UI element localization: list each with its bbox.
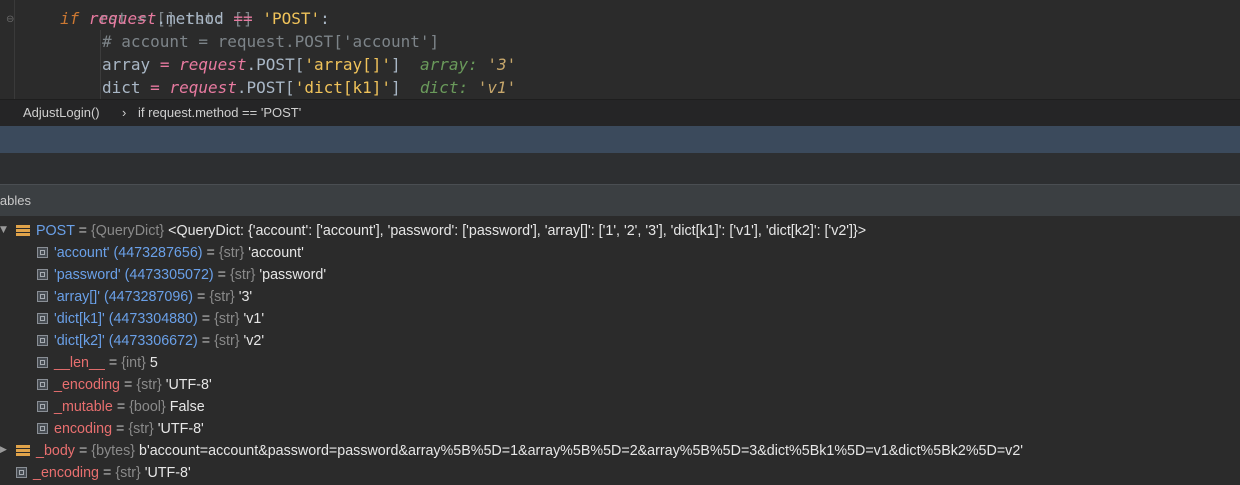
tree-row-post[interactable]: POST = {QueryDict} <QueryDict: {'account… <box>16 220 866 242</box>
code-line-comment: # account = request.POST['account'] <box>102 32 440 51</box>
field-icon <box>37 357 48 368</box>
triangle-right-icon[interactable]: ▶ <box>0 445 7 455</box>
indent-guide <box>100 30 101 99</box>
code-line-dict: dict = request.POST['dict[k1]'] dict: 'v… <box>102 78 517 97</box>
stack-icon <box>16 225 30 236</box>
tree-row[interactable]: 'account' (4473287656) = {str} 'account' <box>37 242 304 264</box>
variables-panel-title: iables <box>0 193 31 208</box>
triangle-down-icon[interactable]: ▼ <box>0 225 7 235</box>
code-editor[interactable]: ⊖ rst = [] rst: [] if request.method == … <box>0 0 1240 99</box>
tree-row[interactable]: 'password' (4473305072) = {str} 'passwor… <box>37 264 326 286</box>
field-icon <box>37 269 48 280</box>
field-icon <box>37 291 48 302</box>
field-icon <box>37 335 48 346</box>
panel-divider <box>0 153 1240 184</box>
tree-row[interactable]: encoding = {str} 'UTF-8' <box>37 418 204 440</box>
variables-panel-header: iables <box>0 184 1240 217</box>
breadcrumb-statement[interactable]: if request.method == 'POST' <box>138 100 301 126</box>
code-line-array: array = request.POST['array[]'] array: '… <box>102 55 517 74</box>
inline-value-hint: dict: 'v1' <box>419 78 517 97</box>
code-line-if: if request.method == 'POST': <box>60 9 330 28</box>
tree-row-body[interactable]: _body = {bytes} b'account=account&passwo… <box>16 440 1023 462</box>
tree-row[interactable]: _encoding = {str} 'UTF-8' <box>37 374 212 396</box>
tree-row[interactable]: 'dict[k2]' (4473306672) = {str} 'v2' <box>37 330 264 352</box>
field-icon <box>37 313 48 324</box>
variables-tree[interactable]: ▼ POST = {QueryDict} <QueryDict: {'accou… <box>0 216 1240 485</box>
tree-row[interactable]: 'array[]' (4473287096) = {str} '3' <box>37 286 252 308</box>
field-icon <box>16 467 27 478</box>
field-icon <box>37 423 48 434</box>
fold-icon[interactable]: ⊖ <box>6 14 15 26</box>
tree-row[interactable]: _mutable = {bool} False <box>37 396 205 418</box>
breadcrumb-function[interactable]: AdjustLogin() <box>23 100 100 126</box>
tree-row[interactable]: _encoding = {str} 'UTF-8' <box>16 462 191 484</box>
field-icon <box>37 401 48 412</box>
code-line-cut: rst = [] rst: [] <box>98 9 253 28</box>
tree-row[interactable]: __len__ = {int} 5 <box>37 352 158 374</box>
field-icon <box>37 247 48 258</box>
debug-toolbar[interactable] <box>0 126 1240 153</box>
breadcrumb-separator: › <box>122 105 127 120</box>
breadcrumb: AdjustLogin() › if request.method == 'PO… <box>0 99 1240 127</box>
stack-icon <box>16 445 30 456</box>
field-icon <box>37 379 48 390</box>
tree-row[interactable]: 'dict[k1]' (4473304880) = {str} 'v1' <box>37 308 264 330</box>
inline-value-hint: array: '3' <box>419 55 517 74</box>
